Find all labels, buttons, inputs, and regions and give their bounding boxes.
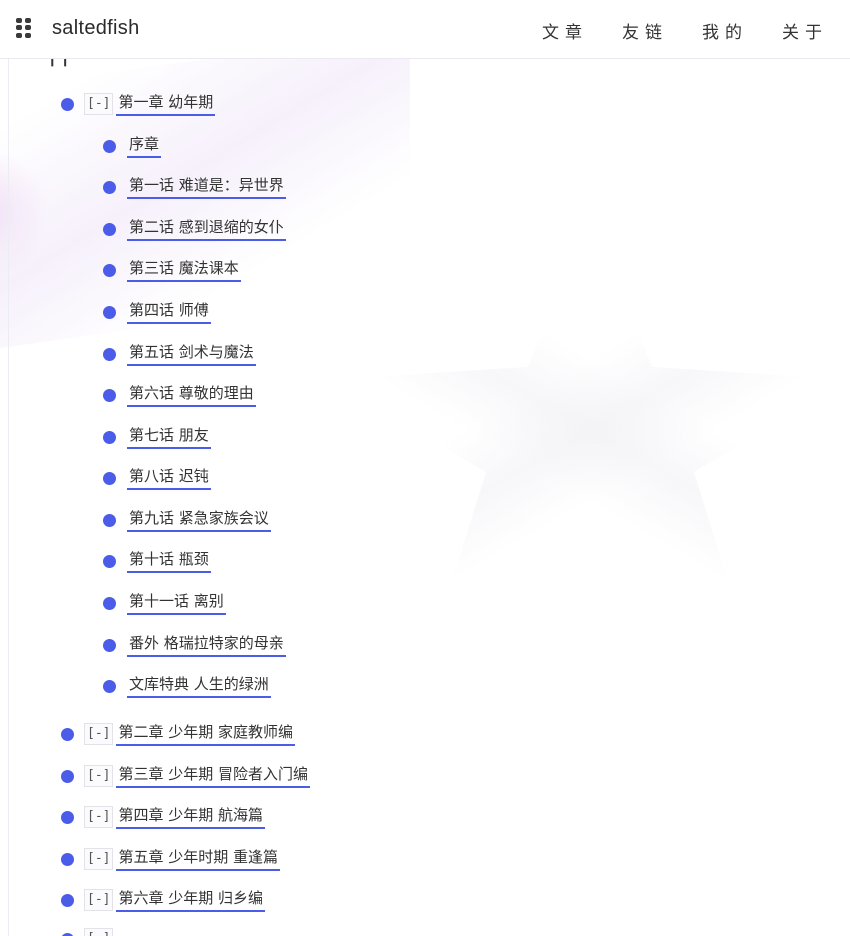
subchapter-link[interactable]: 番外 格瑞拉特家的母亲 [127,634,286,657]
site-brand[interactable]: saltedfish [52,17,140,40]
bullet-dot-icon [61,769,74,783]
subchapter-link[interactable]: 第一话 难道是：异世界 [127,176,286,199]
chapter-item: [-] 第三章 少年期 冒险者入门编 [61,763,311,789]
toc-content: | | [-] 第一章 幼年期 序章 第一话 难道是：异世界 第二话 感到退缩的… [8,58,850,936]
nav-articles[interactable]: 文章 [542,18,588,43]
subchapter-link[interactable]: 第五话 剑术与魔法 [127,343,256,366]
subchapter-item: 第十话 瓶颈 [103,548,211,574]
bullet-dot-icon [103,638,116,652]
bullet-dot-icon [103,139,116,153]
nav-about[interactable]: 关于 [782,18,828,43]
subchapter-item: 第一话 难道是：异世界 [103,174,286,200]
subchapter-link[interactable]: 第七话 朋友 [127,426,211,449]
subchapter-link[interactable]: 文库特典 人生的绿洲 [127,675,271,698]
bullet-dot-icon [103,347,116,361]
collapse-toggle[interactable]: [-] [84,93,114,115]
subchapter-item: 第四话 师傅 [103,299,211,325]
chapter-link[interactable]: 第一章 幼年期 [116,93,216,116]
collapse-toggle[interactable]: [-] [84,848,114,870]
bullet-dot-icon [103,679,116,693]
chapter-item: [-] 第一章 幼年期 [61,91,216,117]
chapter-link[interactable]: 第四章 少年期 航海篇 [116,806,266,829]
subchapter-item: 第十一话 离别 [103,590,226,616]
subchapter-item: 番外 格瑞拉特家的母亲 [103,632,286,658]
bullet-dot-icon [103,305,116,319]
subchapter-link[interactable]: 第二话 感到退缩的女仆 [127,218,286,241]
chapter-link[interactable]: 第六章 少年期 归乡编 [116,889,266,912]
main-nav: 文章 友链 我的 关于 [542,18,828,43]
bullet-dot-icon [61,810,74,824]
bullet-dot-icon [103,263,116,277]
bullet-dot-icon [103,180,116,194]
bullet-dot-icon [103,430,116,444]
collapse-toggle[interactable]: [-] [84,723,114,745]
grid-menu-icon[interactable] [16,18,32,38]
collapse-toggle[interactable]: [-] [84,806,114,828]
bullet-dot-icon [61,932,74,936]
subchapter-link[interactable]: 序章 [127,135,162,158]
chapter-link[interactable]: 第五章 少年时期 重逢篇 [116,848,281,871]
bullet-dot-icon [103,222,116,236]
subchapter-link[interactable]: 第十话 瓶颈 [127,550,211,573]
chapter-item: [-] 第二章 少年期 家庭教师编 [61,721,296,747]
subchapter-link[interactable]: 第九话 紧急家族会议 [127,509,271,532]
chapter-item-partial: [-] [61,926,114,936]
bullet-dot-icon [103,471,116,485]
bullet-dot-icon [103,513,116,527]
subchapter-item: 文库特典 人生的绿洲 [103,673,271,699]
bullet-dot-icon [103,388,116,402]
bullet-dot-icon [61,852,74,866]
bullet-dot-icon [61,727,74,741]
peek-heading-fragment: | | [49,58,68,67]
nav-friend-links[interactable]: 友链 [622,18,668,43]
collapse-toggle[interactable]: [-] [84,928,114,936]
subchapter-link[interactable]: 第三话 魔法课本 [127,259,241,282]
subchapter-item: 第九话 紧急家族会议 [103,507,271,533]
subchapter-link[interactable]: 第六话 尊敬的理由 [127,384,256,407]
collapse-toggle[interactable]: [-] [84,765,114,787]
chapter-item: [-] 第六章 少年期 归乡编 [61,887,266,913]
subchapter-item: 第六话 尊敬的理由 [103,382,256,408]
subchapter-item: 第五话 剑术与魔法 [103,341,256,367]
subchapter-link[interactable]: 第八话 迟钝 [127,467,211,490]
subchapter-item: 第二话 感到退缩的女仆 [103,216,286,242]
chapter-item: [-] 第五章 少年时期 重逢篇 [61,846,281,872]
bullet-dot-icon [61,893,74,907]
subchapter-link[interactable]: 第四话 师傅 [127,301,211,324]
subchapter-item: 第七话 朋友 [103,424,211,450]
collapse-toggle[interactable]: [-] [84,889,114,911]
nav-mine[interactable]: 我的 [702,18,748,43]
chapter-link[interactable]: 第二章 少年期 家庭教师编 [116,723,296,746]
subchapter-item: 第八话 迟钝 [103,465,211,491]
bullet-dot-icon [103,596,116,610]
bullet-dot-icon [61,97,74,111]
subchapter-item: 序章 [103,133,162,159]
subchapter-link[interactable]: 第十一话 离别 [127,592,226,615]
subchapter-item: 第三话 魔法课本 [103,257,241,283]
top-header: saltedfish 文章 友链 我的 关于 [0,0,850,59]
bullet-dot-icon [103,554,116,568]
chapter-item: [-] 第四章 少年期 航海篇 [61,804,266,830]
chapter-link[interactable]: 第三章 少年期 冒险者入门编 [116,765,311,788]
